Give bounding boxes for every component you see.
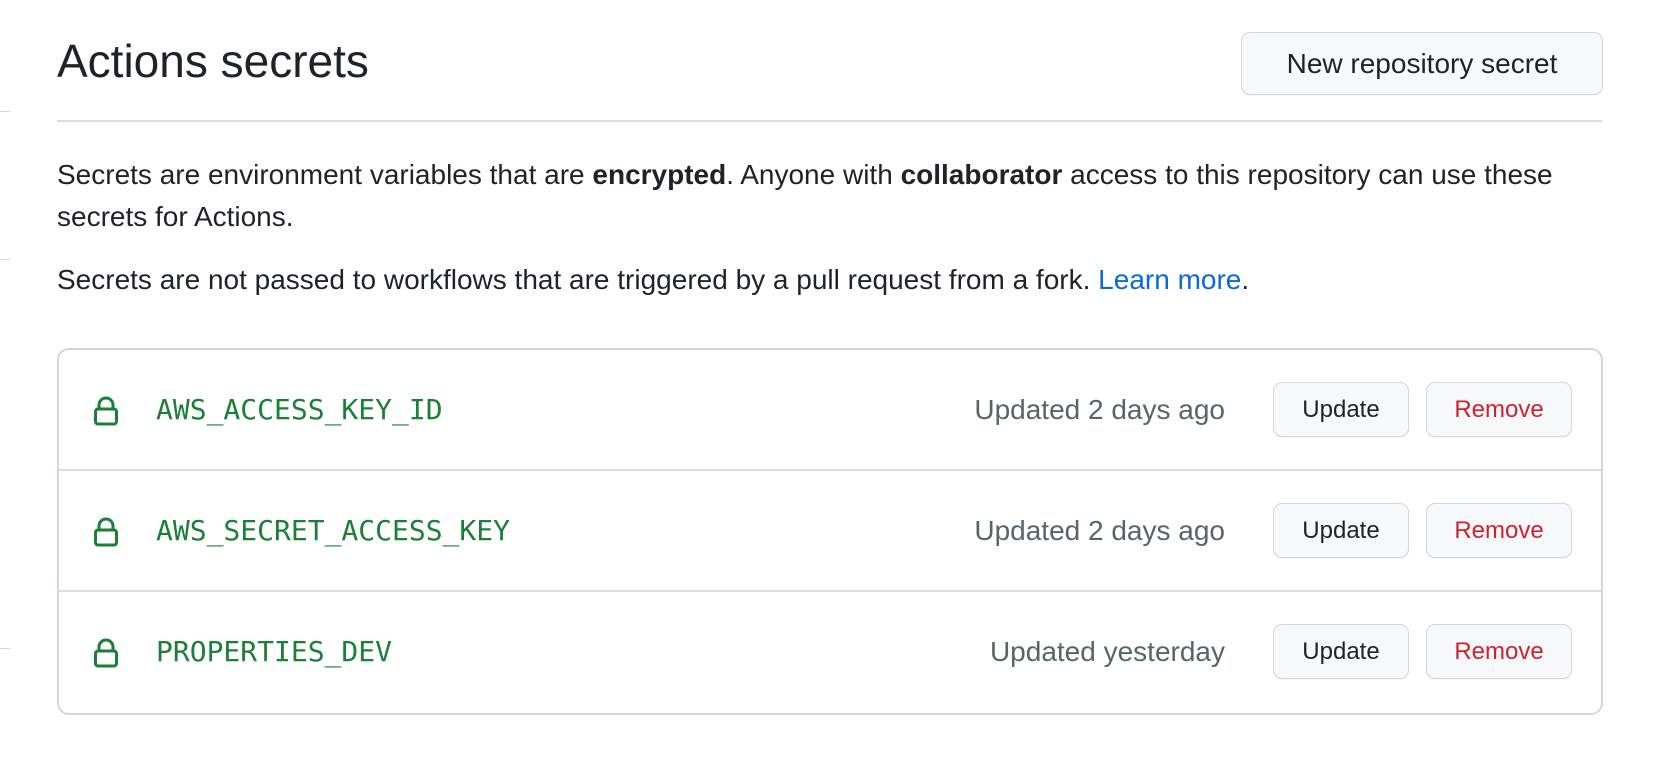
collaborator-emphasis: collaborator <box>900 159 1063 190</box>
learn-more-link[interactable]: Learn more <box>1098 264 1241 295</box>
description-text: . Anyone with <box>726 159 901 190</box>
secret-name: AWS_SECRET_ACCESS_KEY <box>156 514 511 547</box>
description-text: Secrets are environment variables that a… <box>57 159 593 190</box>
edge-divider-mark <box>0 111 10 112</box>
edge-divider-mark <box>0 259 10 260</box>
encrypted-emphasis: encrypted <box>592 159 727 190</box>
remove-secret-button[interactable]: Remove <box>1426 382 1572 437</box>
update-secret-button[interactable]: Update <box>1273 382 1409 437</box>
page-header: Actions secrets New repository secret <box>57 30 1603 122</box>
page-title: Actions secrets <box>57 35 369 87</box>
secret-row: AWS_SECRET_ACCESS_KEY Updated 2 days ago… <box>59 471 1601 592</box>
secret-name: AWS_ACCESS_KEY_ID <box>156 393 443 426</box>
new-repository-secret-button[interactable]: New repository secret <box>1241 32 1603 95</box>
secrets-list: AWS_ACCESS_KEY_ID Updated 2 days ago Upd… <box>57 348 1603 715</box>
secret-name: PROPERTIES_DEV <box>156 635 393 668</box>
fork-notice-text: Secrets are not passed to workflows that… <box>57 264 1099 295</box>
lock-icon <box>94 396 118 426</box>
fork-notice-end: . <box>1241 264 1250 295</box>
lock-icon <box>94 517 118 547</box>
lock-icon <box>94 638 118 668</box>
secrets-description: Secrets are environment variables that a… <box>57 154 1602 238</box>
secret-updated-time: Updated 2 days ago <box>974 514 1225 546</box>
remove-secret-button[interactable]: Remove <box>1426 503 1572 558</box>
secret-updated-time: Updated yesterday <box>989 635 1225 667</box>
secret-updated-time: Updated 2 days ago <box>974 393 1225 425</box>
update-secret-button[interactable]: Update <box>1273 503 1409 558</box>
update-secret-button[interactable]: Update <box>1273 624 1409 679</box>
edge-divider-mark <box>0 648 10 649</box>
remove-secret-button[interactable]: Remove <box>1426 624 1572 679</box>
secret-row: AWS_ACCESS_KEY_ID Updated 2 days ago Upd… <box>59 350 1601 471</box>
fork-notice: Secrets are not passed to workflows that… <box>57 259 1602 301</box>
secret-row: PROPERTIES_DEV Updated yesterday Update … <box>59 592 1601 713</box>
